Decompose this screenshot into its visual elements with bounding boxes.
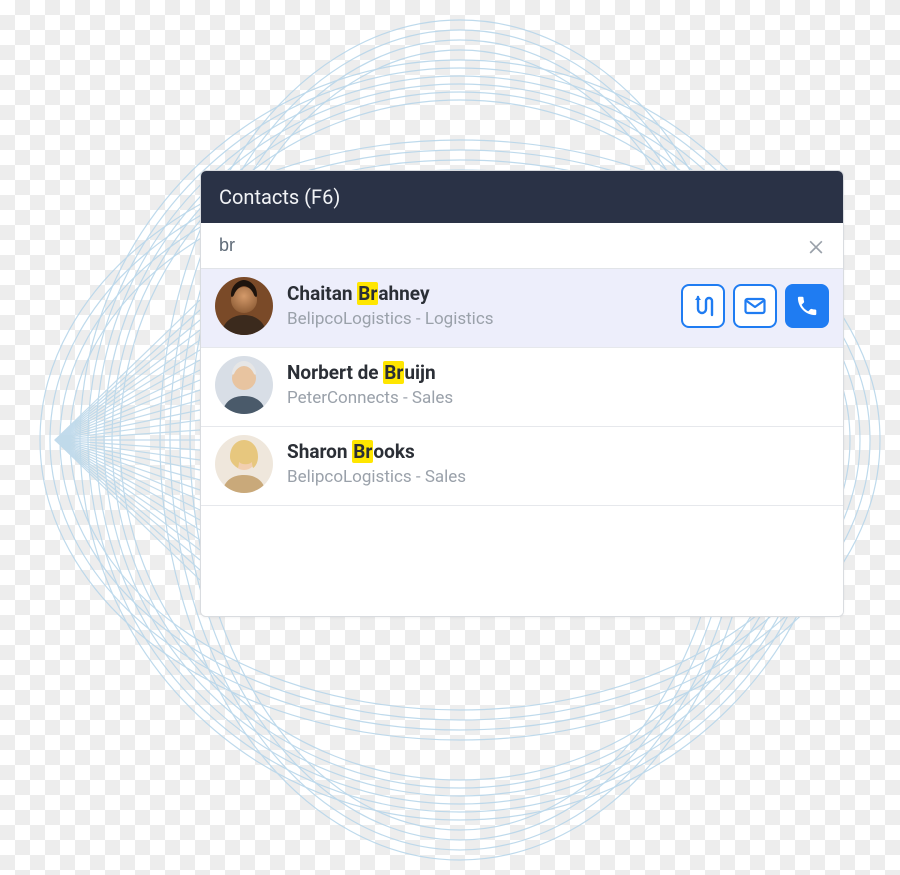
search-highlight: Br bbox=[352, 440, 373, 463]
contact-info: Norbert de Bruijn PeterConnects - Sales bbox=[287, 361, 829, 409]
contact-info: Sharon Brooks BelipcoLogistics - Sales bbox=[287, 440, 829, 488]
clear-search-button[interactable] bbox=[799, 229, 833, 263]
avatar bbox=[215, 435, 273, 493]
envelope-icon bbox=[743, 294, 767, 318]
contact-row[interactable]: Norbert de Bruijn PeterConnects - Sales bbox=[201, 348, 843, 427]
contact-subtitle: BelipcoLogistics - Sales bbox=[287, 466, 829, 488]
search-row bbox=[201, 223, 843, 269]
transfer-button[interactable] bbox=[681, 284, 725, 328]
search-input[interactable] bbox=[215, 227, 799, 264]
contact-name: Chaitan Brahney bbox=[287, 282, 667, 306]
close-icon bbox=[806, 236, 826, 256]
avatar bbox=[215, 356, 273, 414]
call-button[interactable] bbox=[785, 284, 829, 328]
contact-subtitle: PeterConnects - Sales bbox=[287, 387, 829, 409]
search-highlight: Br bbox=[357, 282, 378, 305]
avatar bbox=[215, 277, 273, 335]
contact-row[interactable]: Sharon Brooks BelipcoLogistics - Sales bbox=[201, 427, 843, 506]
search-highlight: Br bbox=[383, 361, 404, 384]
contact-info: Chaitan Brahney BelipcoLogistics - Logis… bbox=[287, 282, 667, 330]
email-button[interactable] bbox=[733, 284, 777, 328]
contact-actions bbox=[681, 284, 829, 328]
contact-name: Sharon Brooks bbox=[287, 440, 829, 464]
contact-row[interactable]: Chaitan Brahney BelipcoLogistics - Logis… bbox=[201, 269, 843, 348]
phone-icon bbox=[795, 294, 819, 318]
list-empty-space bbox=[201, 506, 843, 616]
contact-subtitle: BelipcoLogistics - Logistics bbox=[287, 308, 667, 330]
panel-title: Contacts (F6) bbox=[201, 171, 843, 223]
transfer-icon bbox=[691, 294, 715, 318]
contacts-panel: Contacts (F6) bbox=[200, 170, 844, 617]
contact-list: Chaitan Brahney BelipcoLogistics - Logis… bbox=[201, 269, 843, 616]
contact-name: Norbert de Bruijn bbox=[287, 361, 829, 385]
